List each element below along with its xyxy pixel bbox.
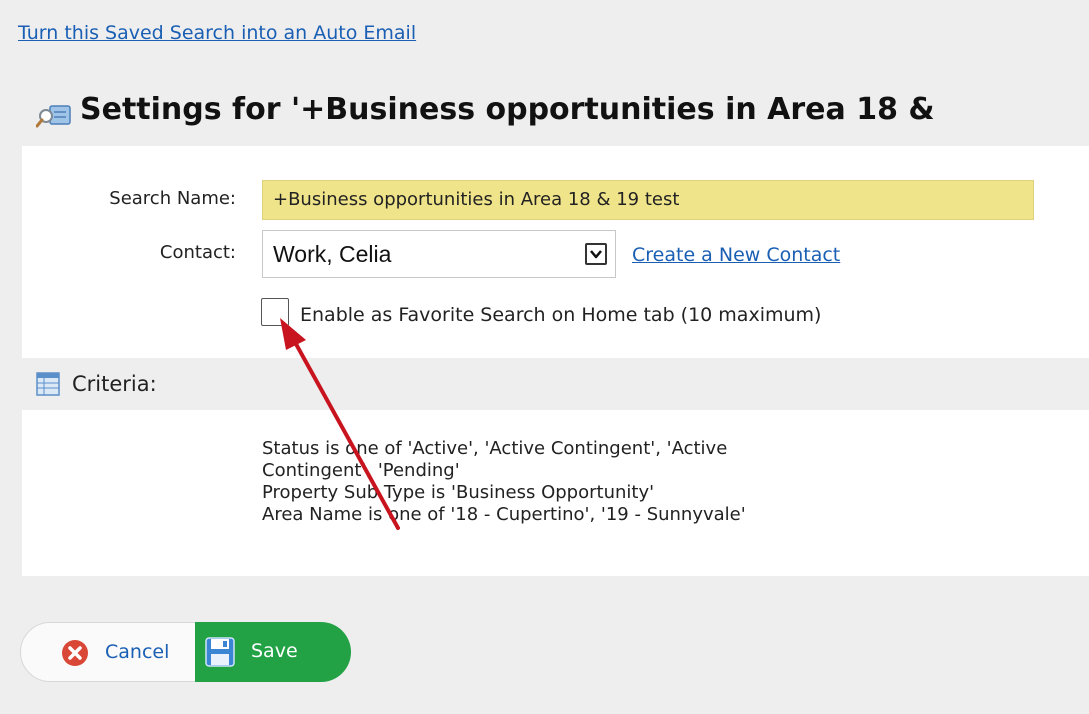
criteria-text: Status is one of 'Active', 'Active Conti… [262,438,982,526]
criteria-line: Property Sub Type is 'Business Opportuni… [262,482,655,503]
create-contact-link[interactable]: Create a New Contact [632,244,840,266]
title-bar: Settings for '+Business opportunities in… [22,78,1089,146]
cancel-label: Cancel [105,641,170,663]
chevron-down-icon[interactable] [585,243,607,265]
floppy-disk-icon [205,637,235,671]
cancel-x-icon [61,639,89,671]
save-button[interactable]: Save [195,622,351,682]
save-label: Save [251,640,298,662]
criteria-line: Area Name is one of '18 - Cupertino', '1… [262,504,746,525]
table-icon [36,372,60,400]
page-title: Settings for '+Business opportunities in… [80,92,935,127]
favorite-search-label: Enable as Favorite Search on Home tab (1… [300,304,822,326]
favorite-search-checkbox[interactable] [261,298,289,326]
criteria-header: Criteria: [22,358,1089,410]
search-name-label: Search Name: [109,188,236,209]
criteria-line: Contingent', 'Pending' [262,460,460,481]
criteria-line: Status is one of 'Active', 'Active Conti… [262,438,728,459]
contact-select-value: Work, Celia [273,241,392,267]
search-name-input[interactable]: +Business opportunities in Area 18 & 19 … [262,180,1034,220]
auto-email-link[interactable]: Turn this Saved Search into an Auto Emai… [18,22,416,44]
saved-search-icon [35,98,72,132]
contact-select[interactable]: Work, Celia [262,230,616,278]
criteria-label: Criteria: [72,372,157,396]
contact-label: Contact: [159,242,236,263]
cancel-button[interactable]: Cancel [20,622,216,682]
